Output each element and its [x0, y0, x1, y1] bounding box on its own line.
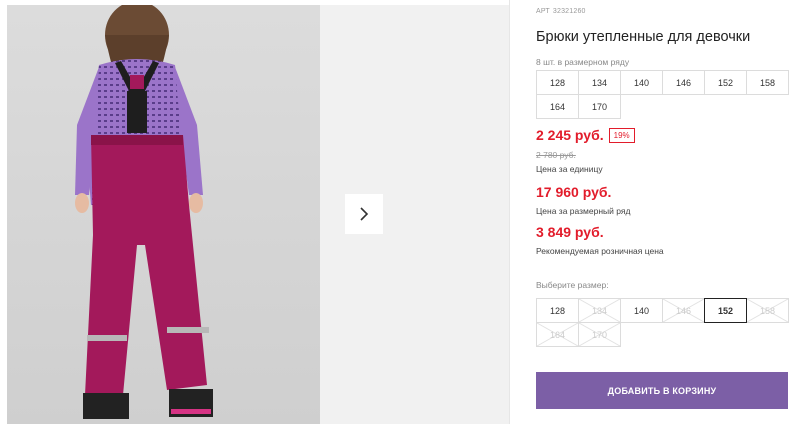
product-page: АРТ 32321260 Брюки утепленные для девочки…	[0, 0, 800, 424]
range-price-label: Цена за размерный ряд	[536, 206, 631, 216]
girl-in-pants-image	[7, 5, 320, 424]
size-range-cell: 158	[746, 70, 789, 95]
unit-price-row: 2 245 руб. 19%	[536, 127, 635, 143]
retail-price: 3 849 руб.	[536, 224, 604, 240]
size-range-cell: 152	[704, 70, 747, 95]
size-selector: 128 134 140 146 152 158 164 170	[536, 298, 789, 347]
old-price: 2 780 руб.	[536, 150, 576, 160]
range-price: 17 960 руб.	[536, 184, 612, 200]
size-option-unavailable: 164	[536, 322, 579, 347]
size-range-cell: 170	[578, 94, 621, 119]
panel-divider	[509, 0, 510, 424]
retail-price-label: Рекомендуемая розничная цена	[536, 246, 664, 256]
add-to-cart-button[interactable]: ДОБАВИТЬ В КОРЗИНУ	[536, 372, 788, 409]
size-option-unavailable: 170	[578, 322, 621, 347]
chevron-right-icon	[360, 207, 369, 221]
size-range-cell: 140	[620, 70, 663, 95]
size-option[interactable]: 140	[620, 298, 663, 323]
size-option-unavailable: 134	[578, 298, 621, 323]
unit-price-label: Цена за единицу	[536, 164, 603, 174]
product-gallery	[0, 0, 509, 424]
article-value: 32321260	[552, 8, 586, 15]
size-range-cell: 128	[536, 70, 579, 95]
size-range-cell: 134	[578, 70, 621, 95]
product-title: Брюки утепленные для девочки	[536, 29, 751, 45]
unit-price: 2 245 руб.	[536, 127, 604, 143]
size-option[interactable]: 128	[536, 298, 579, 323]
size-option-selected[interactable]: 152	[704, 298, 747, 323]
size-option-unavailable: 146	[662, 298, 705, 323]
size-range-note: 8 шт. в размерном ряду	[536, 57, 630, 67]
size-option-unavailable: 158	[746, 298, 789, 323]
size-range-cell: 164	[536, 94, 579, 119]
size-range-grid: 128 134 140 146 152 158 164 170	[536, 70, 789, 119]
size-range-cell: 146	[662, 70, 705, 95]
article-label: АРТ	[536, 8, 550, 15]
article-number: АРТ 32321260	[536, 8, 586, 15]
product-photo	[7, 5, 320, 424]
gallery-next-button[interactable]	[345, 194, 383, 234]
choose-size-label: Выберите размер:	[536, 280, 609, 290]
discount-badge: 19%	[608, 127, 635, 143]
